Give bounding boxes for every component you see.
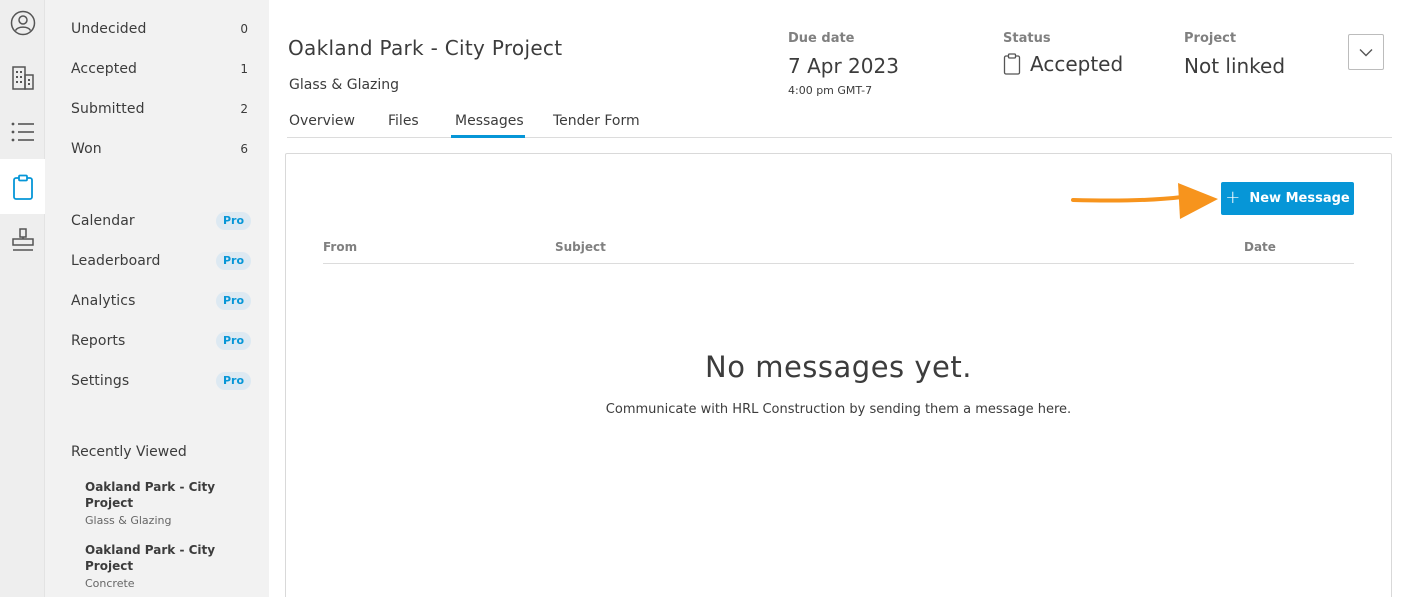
recent-item-title: Oakland Park - City Project: [85, 543, 216, 573]
nav-label: Undecided: [71, 21, 147, 37]
nav-submitted[interactable]: Submitted 2: [71, 97, 251, 121]
nav-count: 1: [240, 62, 248, 76]
project-label: Project: [1184, 31, 1237, 46]
rail-profile[interactable]: [0, 3, 45, 43]
rail-stamp[interactable]: [0, 220, 45, 260]
project-value: Not linked: [1184, 54, 1286, 78]
empty-state-title: No messages yet.: [705, 350, 972, 384]
status-value: Accepted: [1030, 52, 1124, 76]
tab-files[interactable]: Files: [388, 113, 419, 138]
due-date-value: 7 Apr 2023: [788, 54, 899, 78]
column-header-from[interactable]: From: [323, 240, 357, 254]
nav-leaderboard[interactable]: Leaderboard Pro: [71, 249, 251, 273]
nav-label: Analytics: [71, 293, 136, 309]
tab-overview[interactable]: Overview: [289, 113, 355, 138]
nav-won[interactable]: Won 6: [71, 137, 251, 161]
nav-label: Calendar: [71, 213, 135, 229]
column-header-subject[interactable]: Subject: [555, 240, 606, 254]
pro-badge: Pro: [215, 212, 251, 230]
pro-badge: Pro: [215, 292, 251, 310]
table-header-divider: [323, 263, 1354, 264]
recent-item-trade: Concrete: [85, 577, 135, 590]
clipboard-icon: [13, 174, 33, 200]
new-message-button[interactable]: + New Message: [1221, 182, 1354, 215]
status-value-group: Accepted: [1003, 52, 1123, 76]
rail-companies[interactable]: [0, 58, 45, 98]
nav-analytics[interactable]: Analytics Pro: [71, 289, 251, 313]
pro-badge: Pro: [215, 252, 251, 270]
nav-undecided[interactable]: Undecided 0: [71, 17, 251, 41]
nav-count: 6: [240, 142, 248, 156]
page-title: Oakland Park - City Project: [288, 36, 563, 60]
icon-rail: [0, 0, 46, 597]
clipboard-icon: [1003, 53, 1021, 75]
nav-calendar[interactable]: Calendar Pro: [71, 209, 251, 233]
rail-list[interactable]: [0, 112, 45, 152]
status-label: Status: [1003, 31, 1051, 46]
project-trade: Glass & Glazing: [289, 77, 400, 93]
recently-viewed-heading: Recently Viewed: [71, 444, 187, 460]
stamp-icon: [11, 228, 34, 251]
tab-bar: Overview Files Messages Tender Form: [287, 105, 1392, 138]
pro-badge: Pro: [215, 372, 251, 390]
rail-bids[interactable]: [0, 159, 46, 214]
due-time: 4:00 pm GMT-7: [788, 84, 873, 97]
recent-item-title: Oakland Park - City Project: [85, 480, 216, 510]
list-icon: [11, 122, 34, 142]
sidebar: Undecided 0 Accepted 1 Submitted 2 Won 6…: [45, 0, 269, 597]
header-expand-button[interactable]: [1348, 34, 1384, 70]
nav-count: 0: [240, 22, 248, 36]
pro-badge: Pro: [215, 332, 251, 350]
recent-item[interactable]: Oakland Park - City Project Concrete: [85, 542, 225, 590]
recent-item[interactable]: Oakland Park - City Project Glass & Glaz…: [85, 479, 225, 527]
tab-tender-form[interactable]: Tender Form: [553, 113, 640, 138]
active-tab-indicator: [451, 135, 525, 138]
nav-label: Accepted: [71, 61, 138, 77]
app-window: Undecided 0 Accepted 1 Submitted 2 Won 6…: [0, 0, 1406, 597]
nav-count: 2: [240, 102, 248, 116]
nav-label: Leaderboard: [71, 253, 161, 269]
due-date-label: Due date: [788, 31, 855, 46]
column-header-date[interactable]: Date: [1244, 240, 1276, 254]
user-circle-icon: [10, 10, 35, 36]
nav-label: Reports: [71, 333, 126, 349]
empty-state-description: Communicate with HRL Construction by sen…: [605, 402, 1072, 417]
annotation-arrow-icon: [1071, 183, 1218, 219]
new-message-label: New Message: [1249, 191, 1350, 206]
recent-item-trade: Glass & Glazing: [85, 514, 172, 527]
nav-label: Won: [71, 141, 102, 157]
chevron-down-icon: [1359, 48, 1373, 56]
nav-reports[interactable]: Reports Pro: [71, 329, 251, 353]
nav-settings[interactable]: Settings Pro: [71, 369, 251, 393]
nav-label: Submitted: [71, 101, 145, 117]
nav-label: Settings: [71, 373, 130, 389]
building-icon: [11, 66, 34, 90]
nav-accepted[interactable]: Accepted 1: [71, 57, 251, 81]
plus-icon: +: [1225, 186, 1241, 208]
